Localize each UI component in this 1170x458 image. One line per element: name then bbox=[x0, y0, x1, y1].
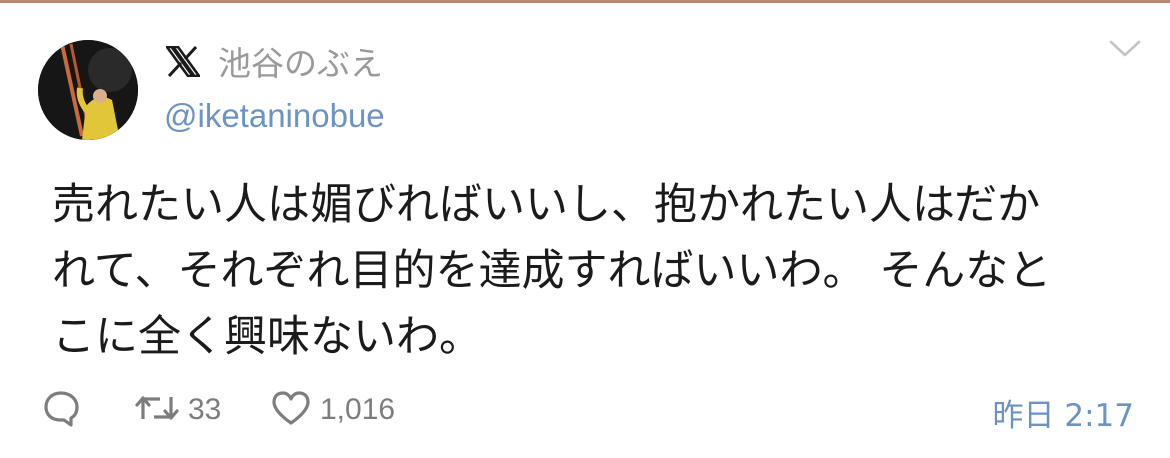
like-button[interactable]: 1,016 bbox=[270, 390, 395, 430]
tweet-text: 売れたい人は媚びればいいし、抱かれたい人はだか れて、それぞれ目的を達成すればい… bbox=[52, 172, 1122, 370]
avatar-image bbox=[38, 40, 138, 140]
retweet-icon bbox=[134, 391, 180, 429]
retweet-button[interactable]: 33 bbox=[134, 391, 270, 429]
reply-icon bbox=[42, 389, 80, 431]
author-handle[interactable]: @iketaninobue bbox=[164, 97, 385, 135]
top-divider bbox=[0, 0, 1170, 3]
tweet-timestamp[interactable]: 昨日 2:17 bbox=[993, 390, 1134, 435]
chevron-down-icon[interactable] bbox=[1108, 38, 1142, 60]
tweet-text-line: こに全く興味ないわ。 bbox=[52, 312, 482, 362]
author-display-name[interactable]: 池谷のぶえ bbox=[218, 37, 383, 85]
tweet-text-line: れて、それぞれ目的を達成すればいいわ。 そんなと bbox=[52, 246, 1052, 296]
author-name-row: 池谷のぶえ bbox=[166, 37, 383, 85]
heart-icon bbox=[270, 390, 312, 430]
tweet-actions: 33 1,016 bbox=[42, 388, 395, 432]
x-logo-icon bbox=[166, 43, 206, 79]
reply-button[interactable] bbox=[42, 389, 134, 431]
tweet-text-line: 売れたい人は媚びればいいし、抱かれたい人はだか bbox=[52, 180, 1041, 230]
like-count: 1,016 bbox=[320, 393, 396, 426]
retweet-count: 33 bbox=[188, 393, 222, 426]
avatar[interactable] bbox=[38, 40, 138, 140]
